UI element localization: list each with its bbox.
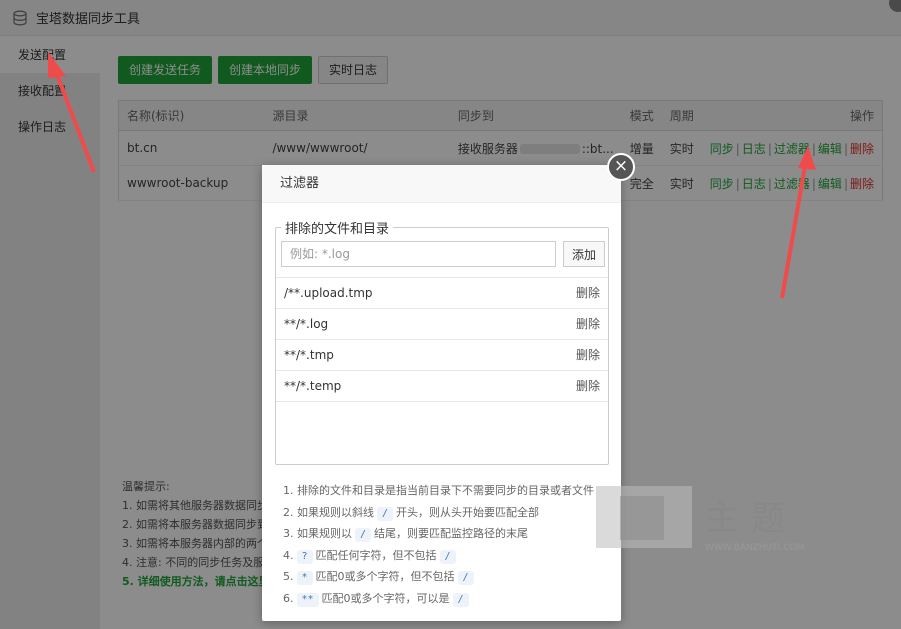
code-token: / xyxy=(457,571,474,585)
add-rule-row: 添加 xyxy=(281,241,605,267)
code-token: / xyxy=(439,549,456,564)
remove-rule-button[interactable]: 删除 xyxy=(576,340,600,370)
help-line: 6. ** 匹配0或多个字符，可以是 / xyxy=(283,588,594,610)
code-token: ** xyxy=(296,592,319,607)
rule-pattern: /**.upload.tmp xyxy=(284,286,373,300)
watermark-site: WWW.BANZHUTI.COM xyxy=(705,543,804,553)
rule-pattern: **/*.tmp xyxy=(284,348,334,362)
remove-rule-button[interactable]: 删除 xyxy=(576,309,600,339)
close-icon[interactable]: × xyxy=(607,153,635,181)
code-token: ? xyxy=(296,549,313,564)
help-line: 2. 如果规则以斜线 / 开头，则从头开始要匹配全部 xyxy=(283,505,540,521)
help-text: 1. 排除的文件和目录是指当前目录下不需要同步的目录或者文件 2. 如果规则以斜… xyxy=(283,480,594,609)
list-item: **/*.temp 删除 xyxy=(276,371,608,402)
help-line: 3. 如果规则以 / 结尾，则要匹配监控路径的末尾 xyxy=(283,527,529,542)
rule-pattern: **/*.log xyxy=(284,317,329,331)
code-token: * xyxy=(296,571,313,585)
help-line: 1. 排除的文件和目录是指当前目录下不需要同步的目录或者文件 xyxy=(283,484,594,497)
exclude-fieldset: 排除的文件和目录 添加 /**.upload.tmp 删除 **/*.log 删除 … xyxy=(275,218,609,465)
remove-rule-button[interactable]: 删除 xyxy=(576,371,600,401)
site-watermark: 主题 WWW.BANZHUTI.COM xyxy=(590,478,820,558)
exclude-rule-input[interactable] xyxy=(281,241,556,267)
remove-rule-button[interactable]: 删除 xyxy=(576,278,600,308)
fieldset-legend: 排除的文件和目录 xyxy=(281,218,394,237)
filter-dialog: 过滤器 × 排除的文件和目录 添加 /**.upload.tmp 删除 **/*.… xyxy=(262,153,635,621)
add-rule-button[interactable]: 添加 xyxy=(563,241,605,267)
list-item: **/*.log 删除 xyxy=(276,309,608,340)
list-item: /**.upload.tmp 删除 xyxy=(276,278,608,309)
help-line: 5. * 匹配0或多个字符，但不包括 / xyxy=(283,566,594,588)
watermark-cn: 主题 xyxy=(705,499,797,539)
list-item: **/*.tmp 删除 xyxy=(276,340,608,371)
dialog-title: 过滤器 xyxy=(262,165,621,203)
code-token: / xyxy=(377,506,394,521)
code-token: / xyxy=(355,528,372,542)
help-line: 4.? 匹配任何字符，但不包括 / xyxy=(283,545,594,567)
watermark-logo: 主题 WWW.BANZHUTI.COM xyxy=(596,486,804,553)
rule-list: /**.upload.tmp 删除 **/*.log 删除 **/*.tmp 删除 *… xyxy=(276,277,608,402)
rule-pattern: **/*.temp xyxy=(284,379,342,393)
code-token: / xyxy=(452,592,469,607)
